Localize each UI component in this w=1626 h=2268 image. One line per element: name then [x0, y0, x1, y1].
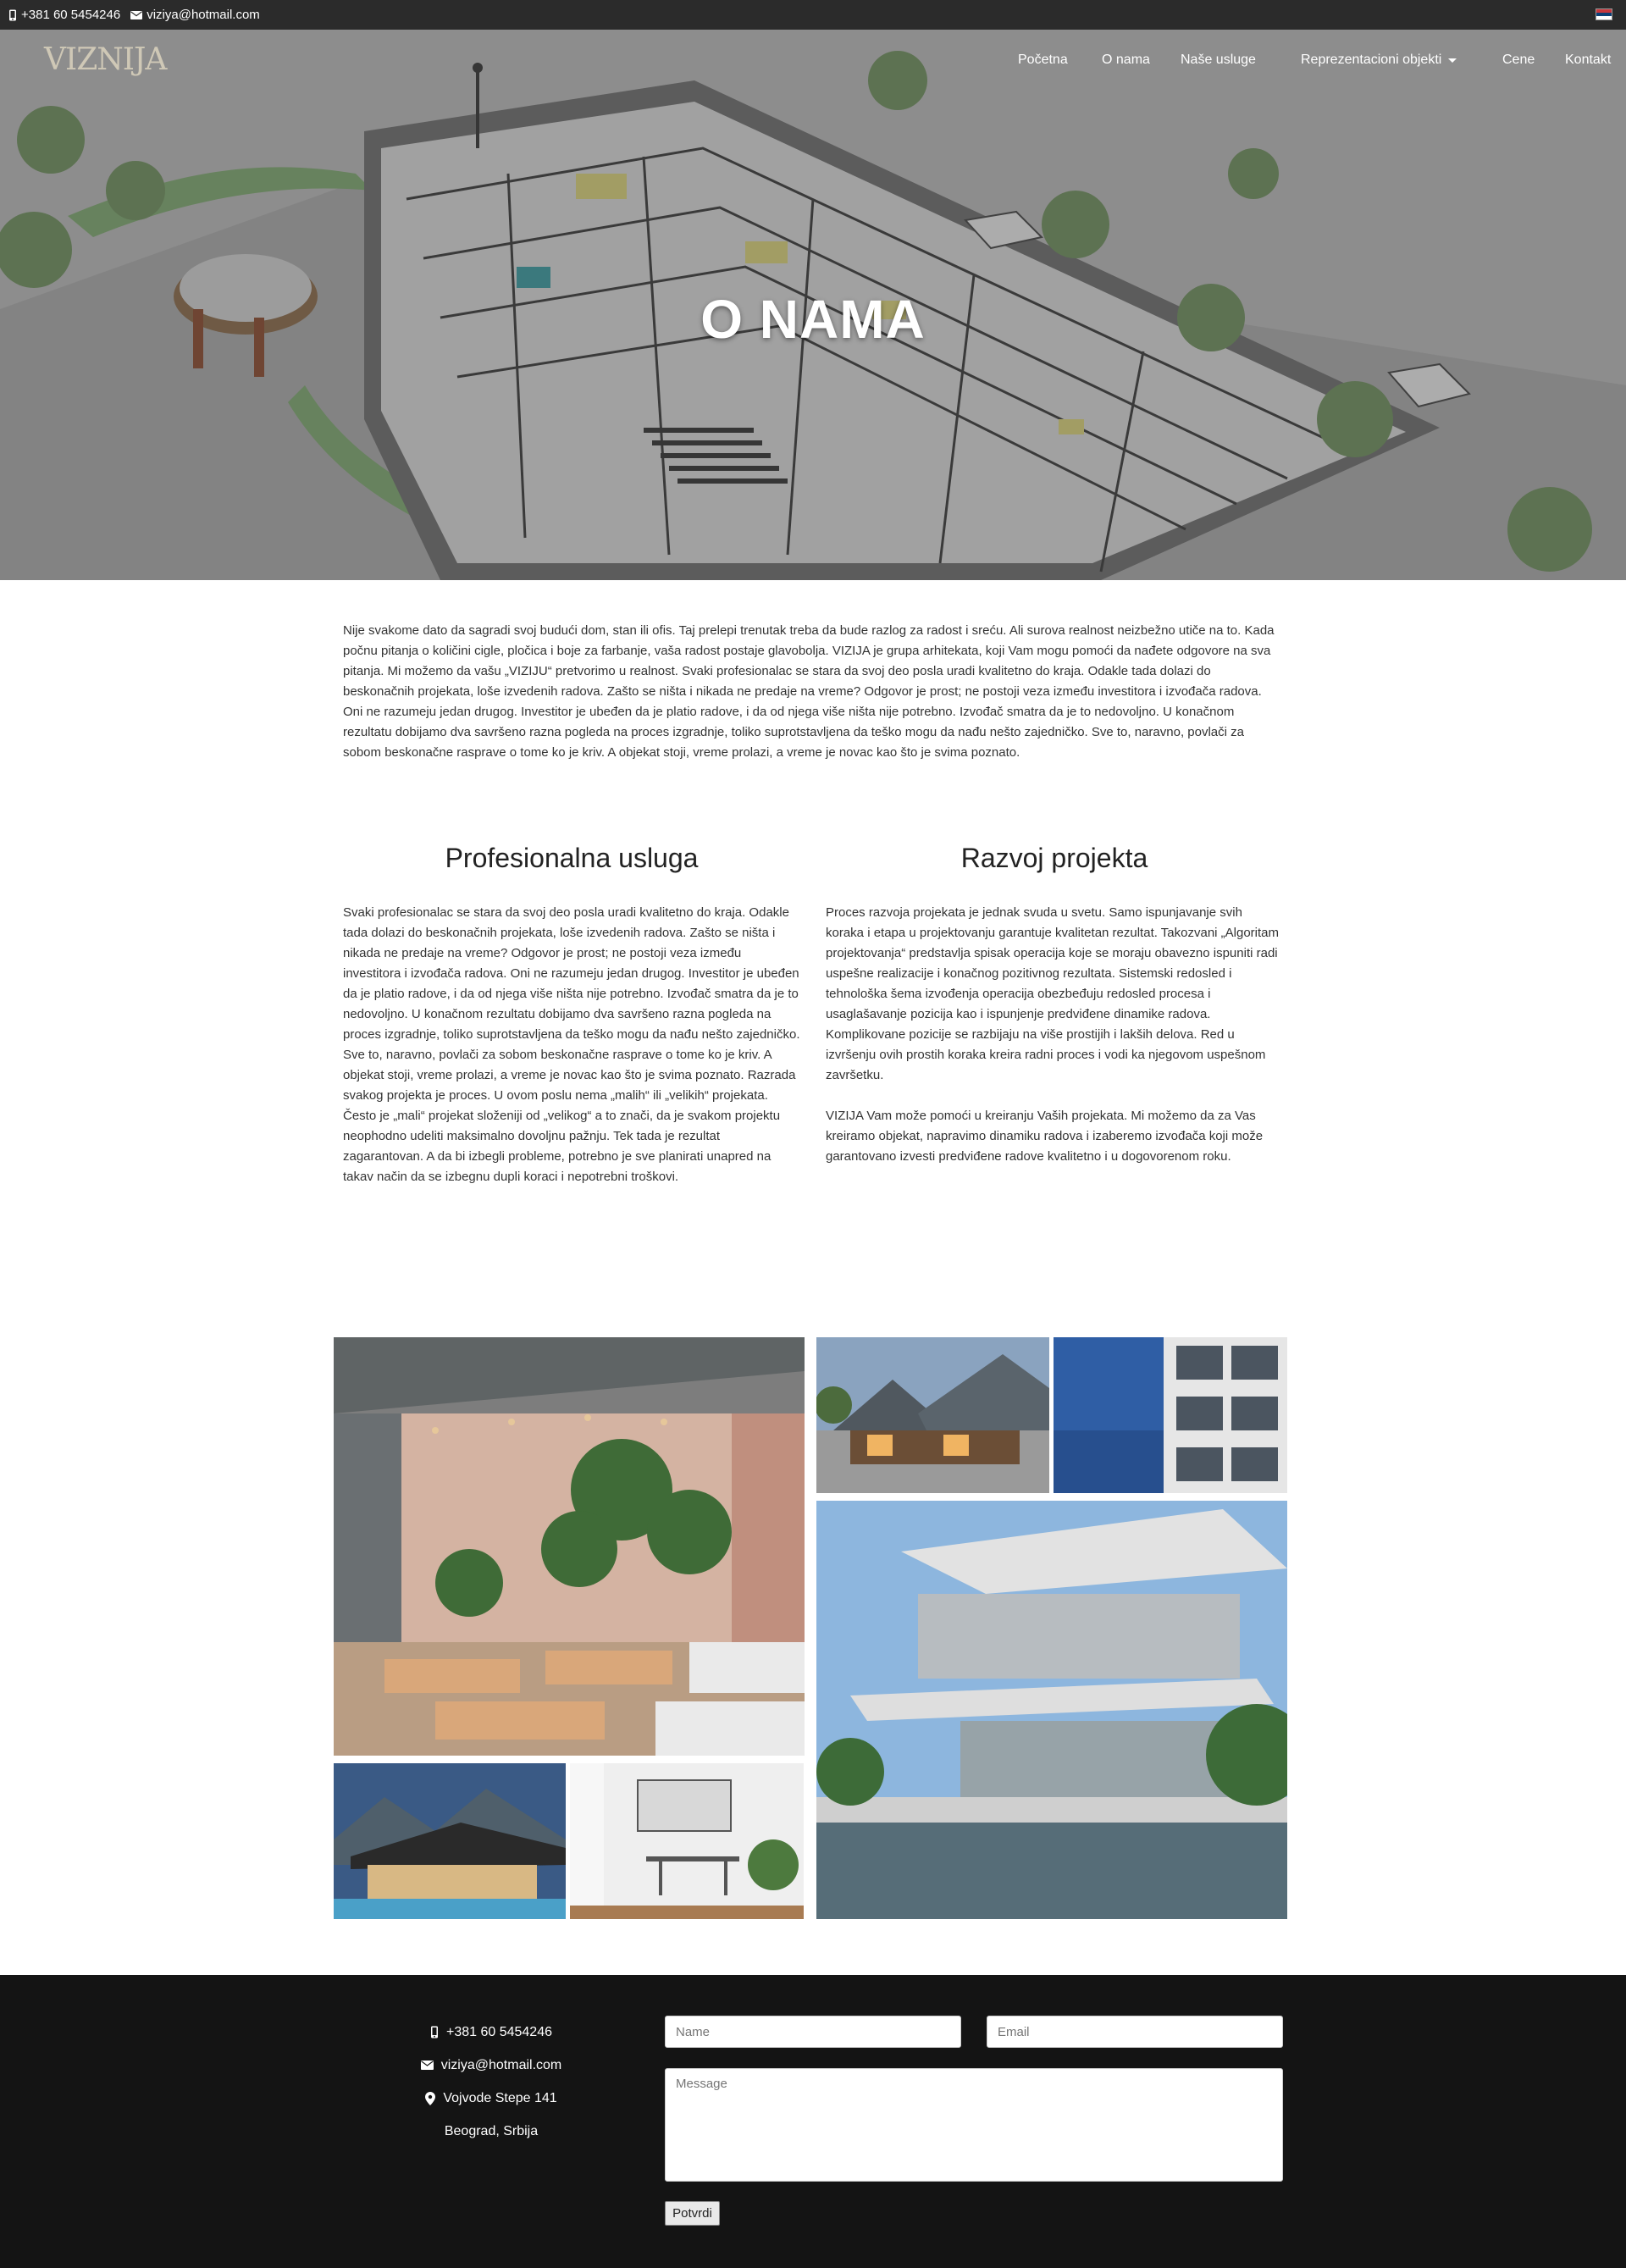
- email-input[interactable]: [987, 2016, 1283, 2048]
- envelope-icon: [420, 2061, 434, 2070]
- intro-paragraph: Nije svakome dato da sagradi svoj budući…: [343, 623, 1275, 760]
- footer-address: Vojvode Stepe 141: [339, 2082, 644, 2115]
- nav-item-kontakt[interactable]: Kontakt: [1565, 53, 1611, 68]
- footer-city-text: Beograd, Srbija: [444, 2123, 539, 2138]
- topbar-email[interactable]: viziya@hotmail.com: [130, 8, 260, 22]
- top-contact-bar: +381 60 5454246 viziya@hotmail.com: [0, 0, 1626, 30]
- nav-item-o-nama[interactable]: O nama: [1102, 53, 1150, 68]
- footer-contact: +381 60 5454246 viziya@hotmail.com Vojvo…: [339, 2016, 644, 2148]
- phone-icon: [8, 9, 17, 21]
- topbar-phone[interactable]: +381 60 5454246: [8, 8, 120, 22]
- footer-phone[interactable]: +381 60 5454246: [339, 2016, 644, 2049]
- logo-mark: VIZNIJA: [43, 42, 169, 77]
- column-title-profesionalna-usluga: Profesionalna usluga: [445, 843, 699, 873]
- nav-item-nase-usluge[interactable]: Naše usluge: [1181, 53, 1256, 68]
- gallery-image-glass-house[interactable]: [334, 1763, 566, 1919]
- column-text-razvoj-projekta: Proces razvoja projekata je jednak svuda…: [826, 905, 1280, 1082]
- footer-address-text: Vojvode Stepe 141: [443, 2090, 557, 2105]
- svg-text:VIZNIJA: VIZNIJA: [43, 42, 168, 77]
- gallery-image-house-roof[interactable]: [816, 1337, 1049, 1493]
- footer-email-text: viziya@hotmail.com: [440, 2057, 562, 2072]
- hero-banner: O NAMA: [0, 30, 1626, 580]
- footer-phone-text: +381 60 5454246: [445, 2024, 552, 2039]
- map-marker-icon: [425, 2091, 436, 2105]
- message-textarea[interactable]: [665, 2068, 1283, 2182]
- gallery-image-restaurant[interactable]: [334, 1337, 805, 1756]
- submit-button[interactable]: Potvrdi: [665, 2201, 720, 2226]
- column-title-razvoj-projekta: Razvoj projekta: [960, 843, 1148, 873]
- nav-item-pocetna[interactable]: Početna: [1018, 53, 1068, 68]
- footer-email[interactable]: viziya@hotmail.com: [339, 2049, 644, 2082]
- main-content: Nije svakome dato da sagradi svoj budući…: [343, 621, 1283, 763]
- brand-logo[interactable]: VIZNIJA: [42, 41, 195, 78]
- nav-item-cene[interactable]: Cene: [1502, 53, 1535, 68]
- topbar-email-text: viziya@hotmail.com: [147, 8, 260, 22]
- gallery-image-apartment[interactable]: [1054, 1337, 1287, 1493]
- serbian-flag-icon[interactable]: [1596, 8, 1612, 20]
- column-text-profesionalna-usluga: Svaki profesionalac se stara da svoj deo…: [343, 905, 800, 1184]
- envelope-icon: [130, 10, 143, 19]
- topbar-phone-text: +381 60 5454246: [21, 8, 121, 22]
- gallery-image-modern-villa[interactable]: [816, 1501, 1287, 1919]
- page-title: O NAMA: [700, 289, 926, 350]
- column-text-razvoj-projekta-2: VIZIJA Vam može pomoći u kreiranju Vaših…: [826, 1109, 1264, 1164]
- footer-city: Beograd, Srbija: [339, 2115, 644, 2148]
- chevron-down-icon: [1448, 58, 1457, 63]
- nav-item-reprezentacioni-label: Reprezentacioni objekti: [1301, 53, 1442, 67]
- nav-item-reprezentacioni-objekti[interactable]: Reprezentacioni objekti: [1301, 53, 1457, 68]
- gallery-image-white-interior[interactable]: [570, 1763, 804, 1919]
- phone-icon: [430, 2026, 439, 2038]
- name-input[interactable]: [665, 2016, 961, 2048]
